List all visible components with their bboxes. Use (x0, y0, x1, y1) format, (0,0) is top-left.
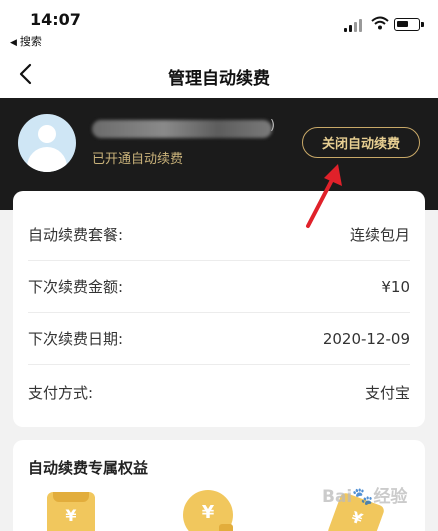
detail-label: 自动续费套餐: (28, 226, 124, 244)
detail-label: 下次续费金额: (28, 278, 124, 296)
detail-row-plan: 自动续费套餐: 连续包月 (28, 209, 410, 261)
renewal-details-card: 自动续费套餐: 连续包月 下次续费金额: ¥10 下次续费日期: 2020-12… (13, 191, 425, 427)
detail-value: 连续包月 (349, 226, 410, 244)
detail-row-amount: 下次续费金额: ¥10 (28, 261, 410, 313)
detail-label: 支付方式: (28, 383, 94, 402)
wifi-icon (371, 16, 389, 30)
avatar[interactable] (18, 114, 76, 172)
benefit-envelope-icon[interactable]: ¥ (47, 492, 95, 531)
detail-value: 2020-12-09 (322, 329, 410, 348)
clock: 14:07 (30, 10, 81, 29)
watermark: Bai🐾经验 (322, 487, 408, 507)
back-triangle-icon: ◀ (10, 38, 17, 48)
page-title: 管理自动续费 (168, 69, 270, 89)
detail-label: 下次续费日期: (28, 330, 124, 348)
status-bar: 14:07 ◀ 搜索 (0, 0, 438, 50)
nav-bar: 管理自动续费 (0, 50, 438, 98)
subscription-status: 已开通自动续费 (92, 152, 184, 167)
detail-value: ¥10 (381, 277, 410, 296)
back-app-label: 搜索 (19, 35, 42, 48)
detail-value: 支付宝 (364, 383, 410, 402)
username-blurred (92, 120, 272, 138)
benefit-coin-icon[interactable]: ¥ (183, 490, 233, 531)
red-arrow-annotation (306, 164, 342, 228)
signal-icon (344, 18, 364, 32)
benefits-title: 自动续费专属权益 (28, 459, 149, 477)
close-auto-renew-button[interactable]: 关闭自动续费 (302, 127, 420, 158)
back-to-app-link[interactable]: ◀ 搜索 (10, 33, 42, 49)
detail-row-date: 下次续费日期: 2020-12-09 (28, 313, 410, 365)
username-suffix: ) (270, 118, 276, 133)
battery-icon (394, 18, 424, 31)
detail-row-payment: 支付方式: 支付宝 (28, 366, 410, 418)
